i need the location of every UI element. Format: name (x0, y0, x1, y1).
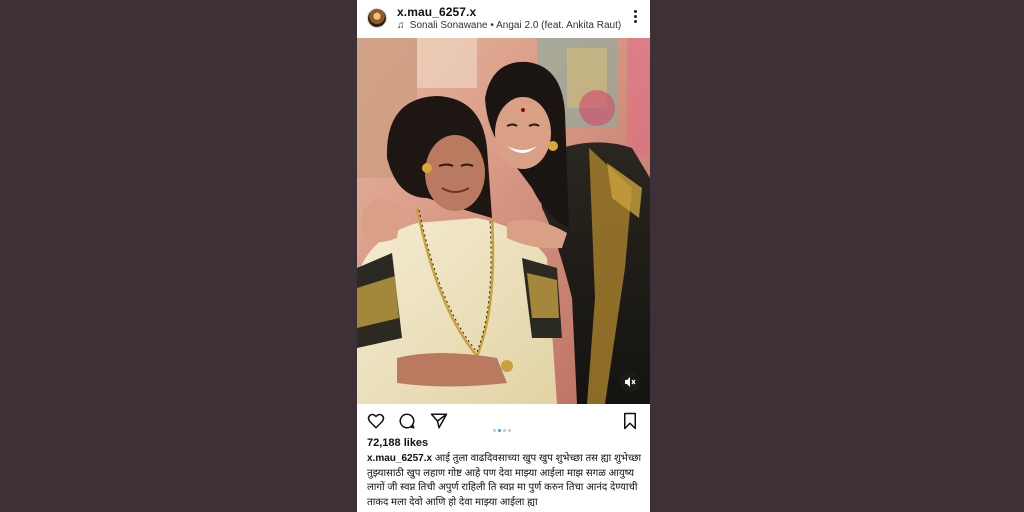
carousel-indicator (493, 419, 513, 437)
post-photo[interactable] (357, 38, 650, 404)
comment-icon[interactable] (398, 412, 416, 430)
post-username[interactable]: x.mau_6257.x (397, 5, 476, 19)
post-actions (357, 404, 650, 436)
audio-attribution[interactable]: ♫ Sonali Sonawane • Angai 2.0 (feat. Ank… (397, 20, 621, 31)
instagram-post: x.mau_6257.x ♫ Sonali Sonawane • Angai 2… (357, 0, 650, 512)
more-vertical-icon[interactable] (630, 10, 640, 28)
caption-username[interactable]: x.mau_6257.x (367, 453, 432, 464)
avatar[interactable] (367, 8, 387, 28)
carousel-dot (508, 429, 511, 432)
heart-icon[interactable] (367, 412, 385, 430)
music-note-icon: ♫ (397, 20, 405, 31)
carousel-dot-active (498, 429, 501, 432)
carousel-dot (503, 429, 506, 432)
muted-speaker-icon[interactable] (620, 372, 640, 392)
app-background: x.mau_6257.x ♫ Sonali Sonawane • Angai 2… (0, 0, 1024, 512)
bookmark-icon[interactable] (621, 412, 639, 430)
post-caption: x.mau_6257.x आई तुला वाढदिवसाच्या खुप खु… (367, 452, 643, 510)
audio-label: Sonali Sonawane • Angai 2.0 (feat. Ankit… (409, 20, 622, 31)
send-icon[interactable] (430, 412, 448, 430)
likes-count[interactable]: 72,188 likes (367, 437, 428, 449)
post-header: x.mau_6257.x ♫ Sonali Sonawane • Angai 2… (357, 0, 650, 38)
carousel-dot (493, 429, 496, 432)
photo-illustration (357, 38, 650, 404)
